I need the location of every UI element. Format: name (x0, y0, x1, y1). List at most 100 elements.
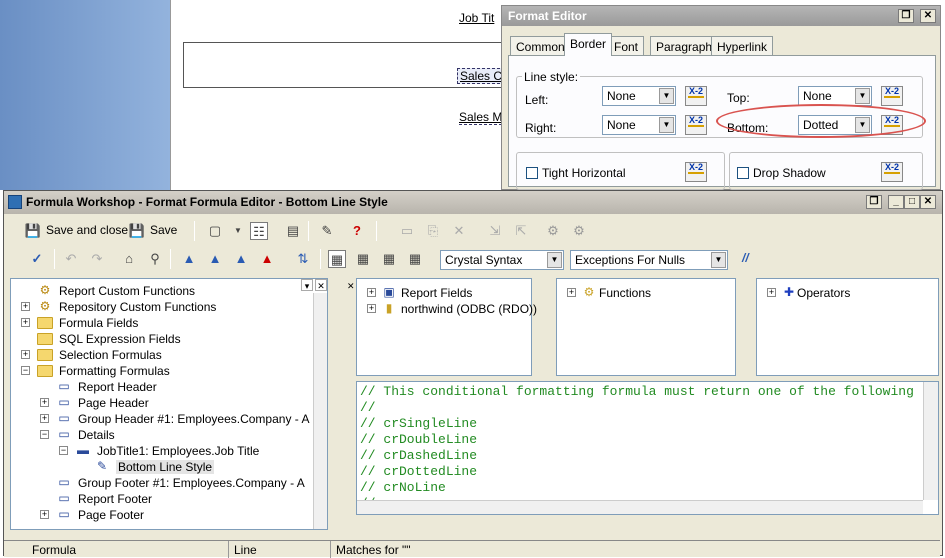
collapse-icon[interactable]: − (59, 446, 68, 455)
show-functions-icon[interactable]: ▦ (354, 250, 372, 268)
expand-icon[interactable]: + (40, 510, 49, 519)
top-style-select[interactable]: None ▼ (798, 86, 872, 106)
right-formula-button[interactable]: X-2 (685, 115, 707, 135)
expand-icon[interactable]: + (40, 414, 49, 423)
expand-icon[interactable]: + (40, 398, 49, 407)
expand-icon[interactable]: + (767, 288, 776, 297)
sort-icon[interactable]: ⇅ (294, 250, 312, 268)
next-bookmark-icon[interactable]: ▲ (206, 250, 224, 268)
save-and-close-button[interactable]: Save and close (42, 220, 132, 242)
tree-item[interactable]: + ▭ Page Header (11, 395, 311, 411)
tree-item[interactable]: + ▭ Group Header #1: Employees.Company - A (11, 411, 311, 427)
tree-item-label: Page Header (78, 396, 149, 410)
help-icon[interactable]: ? (348, 222, 366, 240)
expand-icon[interactable]: + (367, 304, 376, 313)
clear-bookmarks-icon[interactable]: ▲ (258, 250, 276, 268)
horizontal-scrollbar[interactable] (357, 500, 923, 514)
sales-field-1[interactable]: Sales C (457, 68, 506, 84)
rename-icon[interactable]: ▭ (398, 222, 416, 240)
toggle-tree-icon[interactable]: ☷ (250, 222, 268, 240)
status-matches: Matches for "" (336, 543, 411, 557)
tree-item[interactable]: − ▭ Details (11, 427, 311, 443)
tab-paragraph[interactable]: Paragraph (650, 36, 719, 55)
tight-horizontal-checkbox[interactable] (526, 167, 538, 179)
tab-border[interactable]: Border (564, 33, 613, 56)
tree-item[interactable]: ▭ Report Footer (11, 491, 311, 507)
tree-item[interactable]: + Selection Formulas (11, 347, 311, 363)
copy-icon[interactable]: ⎘ (424, 222, 442, 240)
delete-icon[interactable]: ✕ (450, 222, 468, 240)
tree-item[interactable]: ⚙ Report Custom Functions (11, 283, 311, 299)
bookmark-icon[interactable]: ▲ (180, 250, 198, 268)
folder-icon (37, 365, 53, 377)
tree-item[interactable]: ✎ Bottom Line Style (11, 459, 311, 475)
report-side-panel (0, 0, 170, 190)
expand-icon[interactable]: + (21, 350, 30, 359)
show-operators-icon[interactable]: ▦ (380, 250, 398, 268)
find-icon[interactable]: ⚲ (146, 250, 164, 268)
maximize-icon[interactable]: □ (904, 195, 920, 209)
splitter[interactable] (330, 278, 352, 530)
restore-icon[interactable]: ❐ (898, 9, 914, 23)
close-icon[interactable]: ✕ (920, 9, 936, 23)
tight-horizontal-formula-button[interactable]: X-2 (685, 162, 707, 182)
tree-item[interactable]: + ▭ Page Footer (11, 507, 311, 523)
minimize-icon[interactable]: _ (888, 195, 904, 209)
tab-font[interactable]: Font (608, 36, 645, 55)
syntax-select[interactable]: Crystal Syntax ▼ (440, 250, 564, 270)
new-icon[interactable]: ▢ (206, 222, 224, 240)
left-style-select[interactable]: None ▼ (602, 86, 676, 106)
browse-icon[interactable]: ⌂ (120, 250, 138, 268)
collapse-icon[interactable]: − (40, 430, 49, 439)
collapse-icon[interactable]: ⇱ (512, 222, 530, 240)
nulls-select[interactable]: Exceptions For Nulls ▼ (570, 250, 728, 270)
tab-hyperlink[interactable]: Hyperlink (711, 36, 774, 55)
expand-icon[interactable]: + (21, 302, 30, 311)
tree-item[interactable]: − Formatting Formulas (11, 363, 311, 379)
expand-icon[interactable]: + (567, 288, 576, 297)
drop-shadow-label: Drop Shadow (753, 166, 826, 180)
drop-shadow-checkbox[interactable] (737, 167, 749, 179)
status-divider (228, 541, 229, 558)
expand-icon[interactable]: ⇲ (486, 222, 504, 240)
tree-item[interactable]: − ▬ JobTitle1: Employees.Job Title (11, 443, 311, 459)
operators-pane: + ✚ Operators (756, 278, 939, 376)
show-fields-icon[interactable]: ▦ (328, 250, 346, 268)
tab-common[interactable]: Common (510, 36, 571, 55)
collapse-icon[interactable]: − (21, 366, 30, 375)
vertical-scrollbar[interactable] (923, 382, 938, 500)
redo-icon[interactable]: ↷ (88, 250, 106, 268)
highlight-ellipse (716, 104, 926, 138)
tree-item[interactable]: SQL Expression Fields (11, 331, 311, 347)
tree-scrollbar[interactable] (313, 293, 327, 529)
job-title-field[interactable]: Job Tit (459, 11, 494, 25)
format-editor-titlebar: Format Editor ❐ ✕ (502, 6, 940, 26)
gear-icon[interactable]: ⚙ (570, 222, 588, 240)
tree-item[interactable]: ▭ Report Header (11, 379, 311, 395)
close-icon[interactable]: ✕ (920, 195, 936, 209)
chevron-down-icon[interactable]: ▼ (229, 222, 247, 240)
tree-item[interactable]: ▭ Group Footer #1: Employees.Company - A (11, 475, 311, 491)
tree-item[interactable]: + Formula Fields (11, 315, 311, 331)
close-icon[interactable]: ✕ (347, 281, 355, 292)
sales-field-2[interactable]: Sales M (459, 110, 503, 125)
check-icon[interactable]: ✓ (28, 250, 46, 268)
drop-shadow-formula-button[interactable]: X-2 (881, 162, 903, 182)
restore-icon[interactable]: ❐ (866, 195, 882, 209)
undo-icon[interactable]: ↶ (62, 250, 80, 268)
close-icon[interactable]: ✕ (315, 279, 327, 291)
right-style-select[interactable]: None ▼ (602, 115, 676, 135)
properties-icon[interactable]: ▤ (284, 222, 302, 240)
show-editor-icon[interactable]: ▦ (406, 250, 424, 268)
expand-icon[interactable]: + (21, 318, 30, 327)
save-button[interactable]: Save (146, 220, 181, 242)
comment-button[interactable]: // (738, 248, 753, 270)
tree-item[interactable]: + ⚙ Repository Custom Functions (11, 299, 311, 315)
top-formula-button[interactable]: X-2 (881, 86, 903, 106)
prev-bookmark-icon[interactable]: ▲ (232, 250, 250, 268)
left-formula-button[interactable]: X-2 (685, 86, 707, 106)
expand-icon[interactable]: + (367, 288, 376, 297)
formula-text-editor[interactable]: // This conditional formatting formula m… (356, 381, 939, 515)
gear-icon[interactable]: ⚙ (544, 222, 562, 240)
wand-icon[interactable]: ✎ (318, 222, 336, 240)
